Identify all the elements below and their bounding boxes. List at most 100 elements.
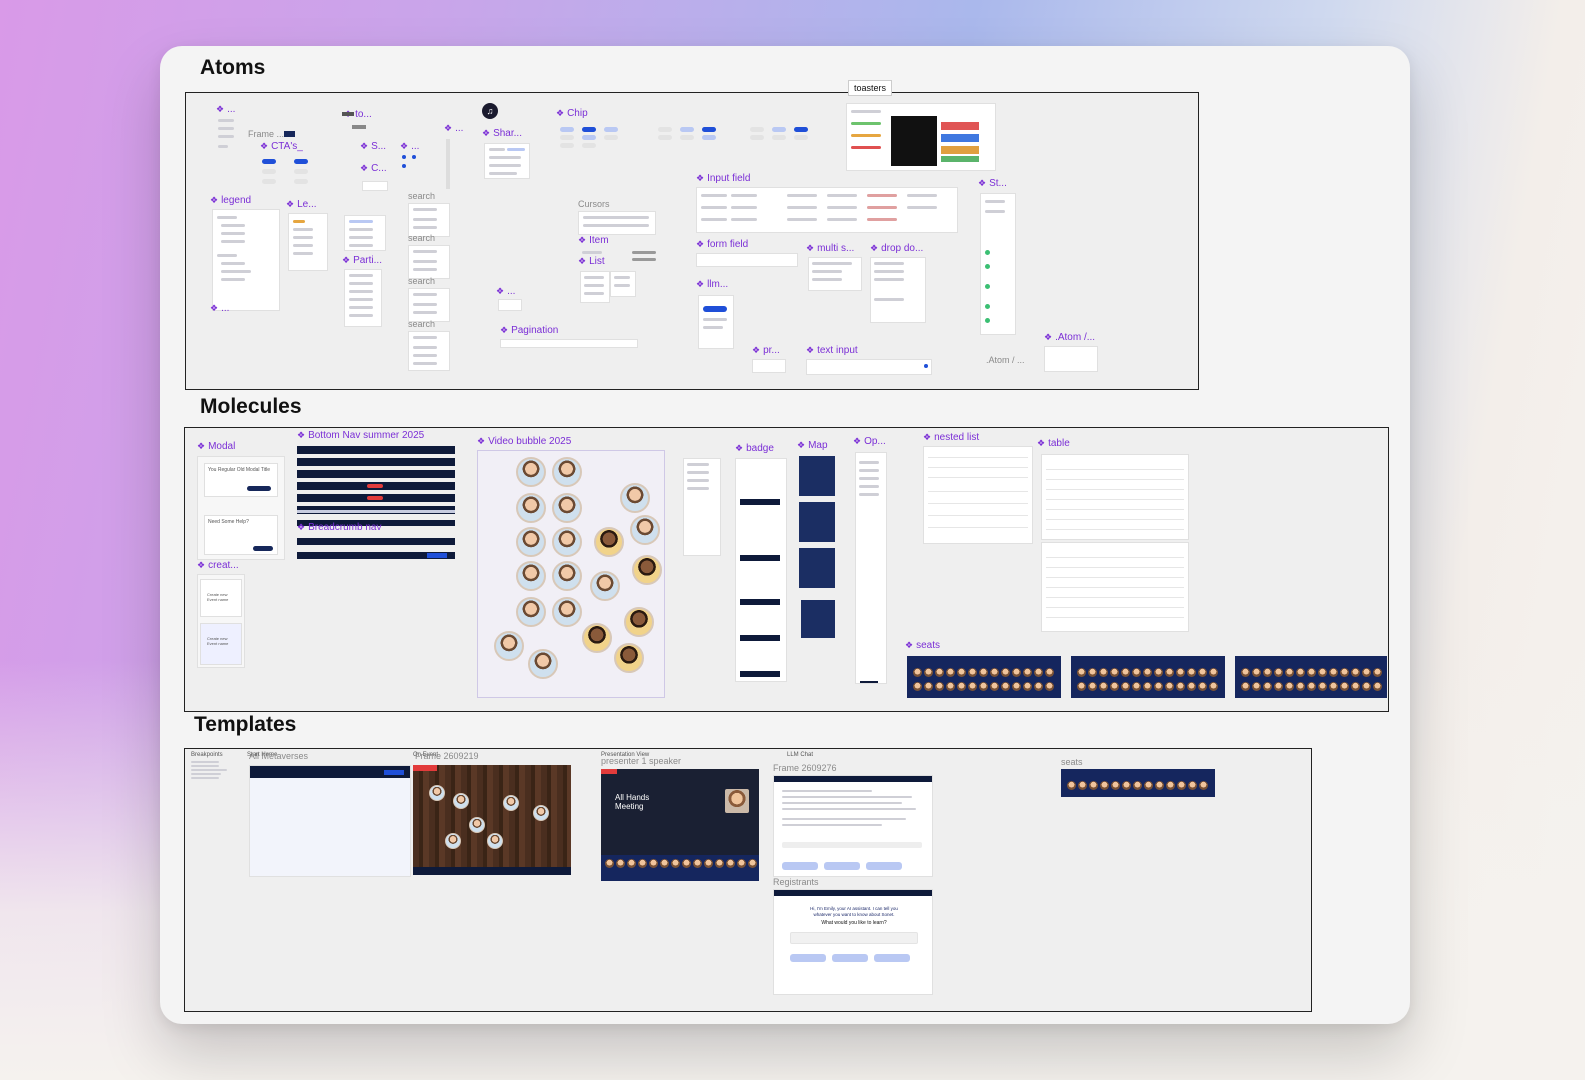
label-table[interactable]: ❖ table [1037,438,1070,449]
participant-list-preview [344,269,382,327]
component-icon: ❖ [978,178,987,188]
seats-template-preview [1061,769,1215,797]
label-multi-s[interactable]: ❖ multi s... [806,243,854,254]
component-icon: ❖ [853,436,862,446]
st-preview [980,193,1016,335]
text-input-preview [806,359,932,375]
emily-question: What would you like to learn? [821,920,887,926]
label-item[interactable]: ❖ Item [578,235,609,246]
component-icon: ❖ [482,128,491,138]
label-dots4[interactable]: ❖... [210,303,229,314]
label-form-field[interactable]: ❖ form field [696,239,748,250]
label-seats[interactable]: ❖ seats [905,640,940,651]
component-icon: ❖ [696,239,705,249]
label-badge[interactable]: ❖ badge [735,443,774,454]
c-preview [362,181,388,191]
chip-grid [558,123,824,151]
label-ctas[interactable]: ❖ CTA's_ [260,141,303,152]
pagination-preview [500,339,638,348]
label-seats-template: seats [1061,757,1083,767]
create-preview: Create new Event name Create new Event n… [197,574,245,668]
label-presenter-1-speaker: presenter 1 speaker [601,756,682,766]
component-icon: ❖ [556,108,565,118]
component-icon: ❖ [500,325,509,335]
label-drop-do[interactable]: ❖ drop do... [870,243,923,254]
label-breadcrumb-nav[interactable]: ❖ Breadcrumb nav [297,522,381,533]
label-text-input[interactable]: ❖ text input [806,345,858,356]
registrants-preview: Hi, I'm Emily, your AI assistant. I can … [773,889,933,995]
label-s[interactable]: ❖ S... [360,141,386,152]
component-icon: ❖ [400,141,409,151]
templates-frame[interactable]: Breakpoints Start Home All Metaverses On… [184,748,1312,1012]
pr-preview [752,359,786,373]
label-all-metaverses: All Metaverses [249,751,309,761]
molecules-frame[interactable]: ❖ Modal You Regular Old Modal Title Need … [184,427,1389,712]
toggle-preview [342,112,354,116]
label-breakpoints: Breakpoints [191,752,223,758]
label-creat[interactable]: ❖ creat... [197,560,239,571]
component-icon: ❖ [696,279,705,289]
label-dots5[interactable]: ❖... [496,286,515,297]
label-chip[interactable]: ❖ Chip [556,108,588,119]
toggle-preview2 [352,125,366,129]
badge-preview [735,458,787,682]
modal-preview: You Regular Old Modal Title Need Some He… [197,456,285,560]
create-card-1: Create new Event name [200,579,242,617]
label-search-1: search [408,191,436,201]
label-c[interactable]: ❖ C... [360,163,387,174]
dropdown-do-preview [870,257,926,323]
label-list[interactable]: ❖ List [578,256,605,267]
breadcrumb-bar-1 [297,538,455,545]
label-video-bubble[interactable]: ❖ Video bubble 2025 [477,436,571,447]
llm-preview [698,295,734,349]
label-map[interactable]: ❖ Map [797,440,828,451]
label-dots1[interactable]: ❖... [216,104,235,115]
label-dots3[interactable]: ❖... [444,123,463,134]
table-preview-1 [1041,454,1189,540]
le-preview [288,213,328,271]
component-icon: ❖ [297,430,306,440]
label-st[interactable]: ❖ St... [978,178,1007,189]
component-icon: ❖ [210,303,219,313]
label-op[interactable]: ❖ Op... [853,436,886,447]
seats-preview-3 [1235,656,1387,698]
toasters-tag[interactable]: toasters [848,80,893,96]
map-preview-3 [799,548,835,588]
label-share[interactable]: ❖ Shar... [482,128,522,139]
label-modal[interactable]: ❖ Modal [197,441,235,452]
side-list-preview [683,458,721,556]
atom-preview [1044,346,1098,372]
component-icon: ❖ [197,441,206,451]
nested-list-preview [923,446,1033,544]
multi-select-preview [808,257,862,291]
component-icon: ❖ [342,255,351,265]
component-icon: ❖ [870,243,879,253]
label-dots2[interactable]: ❖... [400,141,419,152]
label-parti[interactable]: ❖ Parti... [342,255,382,266]
label-pagination[interactable]: ❖ Pagination [500,325,558,336]
figma-canvas[interactable]: Atoms toasters ❖... Frame ... ❖CTA's_ ❖t… [160,46,1410,1024]
label-legend[interactable]: ❖ legend [210,195,251,206]
label-llm[interactable]: ❖ llm... [696,279,728,290]
all-metaverses-preview [249,765,411,877]
breadcrumb-bar-2 [297,552,455,559]
seats-preview-2 [1071,656,1225,698]
atoms-frame[interactable]: toasters ❖... Frame ... ❖CTA's_ ❖to... ❖… [185,80,1199,390]
label-le[interactable]: ❖ Le... [286,199,317,210]
label-llm-chat: LLM Chat [787,752,814,758]
component-icon: ❖ [923,432,932,442]
search-preview-4 [408,331,450,371]
label-nested-list[interactable]: ❖ nested list [923,432,979,443]
nav-divider [297,510,455,513]
component-icon: ❖ [360,163,369,173]
label-atom[interactable]: ❖ .Atom /... [1044,332,1095,343]
label-search-2: search [408,233,436,243]
label-atom-ghost: .Atom / ... [986,355,1025,365]
section-title-molecules: Molecules [200,395,302,418]
form-field-preview [696,253,798,267]
component-icon: ❖ [752,345,761,355]
label-bottom-nav[interactable]: ❖ Bottom Nav summer 2025 [297,430,424,441]
component-icon: ❖ [360,141,369,151]
label-input-field[interactable]: ❖ Input field [696,173,750,184]
label-pr[interactable]: ❖ pr... [752,345,780,356]
